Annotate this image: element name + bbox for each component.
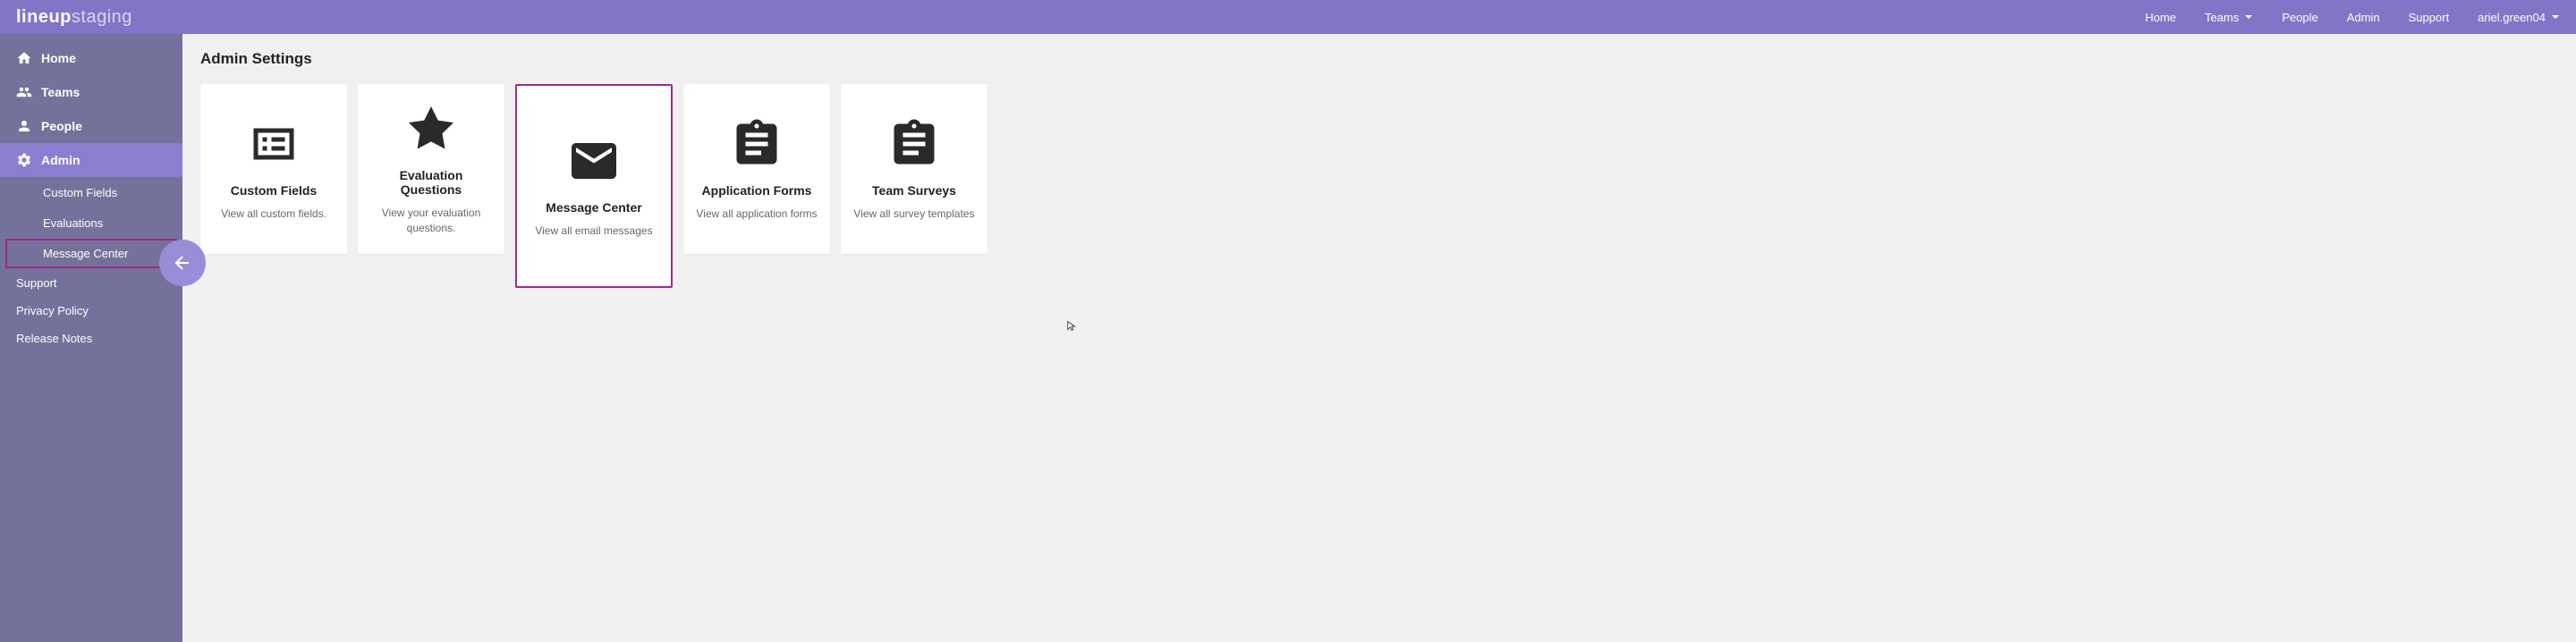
card-title: Team Surveys [872,183,956,198]
top-nav: lineupstaging Home Teams People Admin Su… [0,0,2576,34]
sidebar: Home Teams People Admin Custom Fields Ev… [0,34,182,642]
sidebar-sub-message-center[interactable]: Message Center [5,239,177,268]
sidebar-teams-label: Teams [41,85,80,99]
card-title: Evaluation Questions [369,168,494,197]
topnav-teams-label: Teams [2205,11,2239,24]
mail-icon [567,134,621,188]
list-icon [247,117,301,171]
gear-icon [16,152,32,168]
card-desc: View all application forms [696,207,817,222]
sidebar-home[interactable]: Home [0,41,182,75]
clipboard-icon [730,117,784,171]
clipboard-icon [887,117,941,171]
sidebar-people[interactable]: People [0,109,182,143]
chevron-down-icon [2244,13,2253,21]
topnav-admin-label: Admin [2347,11,2380,24]
star-icon [404,102,458,156]
sidebar-release[interactable]: Release Notes [0,325,182,351]
sidebar-privacy[interactable]: Privacy Policy [0,298,182,324]
sidebar-admin[interactable]: Admin [0,143,182,177]
card-title: Application Forms [702,183,812,198]
card-title: Custom Fields [231,183,317,198]
logo-text-light: staging [72,7,132,27]
arrow-left-icon [172,252,193,274]
sidebar-admin-label: Admin [41,153,80,167]
topnav-user-label: ariel.green04 [2478,11,2546,24]
sidebar-admin-subitems: Custom Fields Evaluations Message Center [0,178,182,268]
logo-text-bold: lineup [16,7,72,27]
sidebar-teams[interactable]: Teams [0,75,182,109]
topnav-user[interactable]: ariel.green04 [2478,11,2560,24]
person-icon [16,118,32,134]
topnav-support-label: Support [2409,11,2450,24]
top-nav-items: Home Teams People Admin Support ariel.gr… [2145,11,2560,24]
admin-cards: Custom Fields View all custom fields. Ev… [200,84,2558,288]
topnav-teams[interactable]: Teams [2205,11,2253,24]
sidebar-people-label: People [41,119,82,133]
chevron-down-icon [2551,13,2560,21]
topnav-home-label: Home [2145,11,2176,24]
card-custom-fields[interactable]: Custom Fields View all custom fields. [200,84,347,254]
sidebar-sub-evaluations[interactable]: Evaluations [5,208,177,238]
card-desc: View all email messages [535,224,652,239]
card-evaluation-questions[interactable]: Evaluation Questions View your evaluatio… [358,84,504,254]
topnav-support[interactable]: Support [2409,11,2450,24]
sidebar-sub-custom-fields[interactable]: Custom Fields [5,178,177,207]
layout: Home Teams People Admin Custom Fields Ev… [0,34,2576,642]
topnav-people-label: People [2282,11,2318,24]
topnav-home[interactable]: Home [2145,11,2176,24]
card-title: Message Center [546,200,641,215]
card-team-surveys[interactable]: Team Surveys View all survey templates [841,84,987,254]
card-desc: View your evaluation questions. [369,206,494,236]
topnav-people[interactable]: People [2282,11,2318,24]
home-icon [16,50,32,66]
logo[interactable]: lineupstaging [16,7,132,28]
main-content: Admin Settings Custom Fields View all cu… [182,34,2576,642]
card-message-center[interactable]: Message Center View all email messages [515,84,673,288]
teams-icon [16,84,32,100]
collapse-sidebar-button[interactable] [159,240,206,286]
card-desc: View all survey templates [853,207,974,222]
card-desc: View all custom fields. [221,207,326,222]
sidebar-support[interactable]: Support [0,270,182,296]
page-title: Admin Settings [200,50,2558,68]
card-application-forms[interactable]: Application Forms View all application f… [683,84,830,254]
sidebar-home-label: Home [41,51,76,65]
topnav-admin[interactable]: Admin [2347,11,2380,24]
